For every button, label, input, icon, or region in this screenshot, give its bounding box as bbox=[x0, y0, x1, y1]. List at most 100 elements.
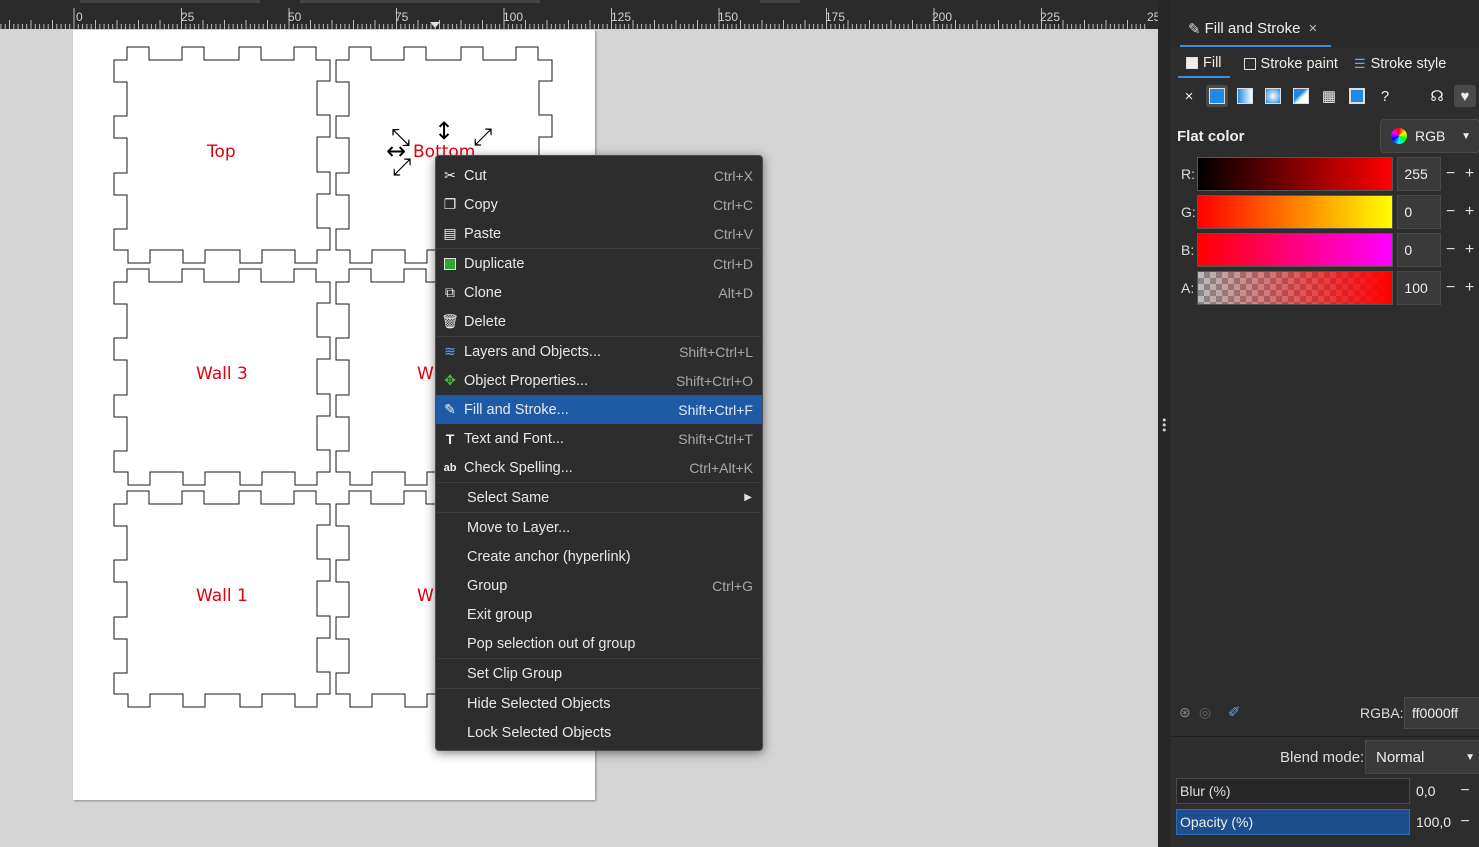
alpha-slider[interactable] bbox=[1197, 271, 1394, 305]
decrement-button[interactable]: − bbox=[1441, 203, 1460, 221]
horizontal-ruler[interactable]: 0 25 50 75 100 125 150 175 200 225 25 bbox=[0, 0, 1158, 29]
stroke-style-icon: ☰ bbox=[1353, 56, 1366, 71]
increment-button[interactable]: + bbox=[1460, 241, 1479, 259]
menu-item-delete[interactable]: 🗑 Delete bbox=[436, 307, 762, 336]
decrement-button[interactable]: − bbox=[1441, 241, 1460, 259]
ruler-label: 150 bbox=[718, 10, 739, 24]
color-managed-icon[interactable]: ⊛ bbox=[1179, 704, 1191, 721]
piece-label-wall3[interactable]: Wall 3 bbox=[196, 364, 248, 384]
channel-label: A: bbox=[1181, 280, 1195, 296]
piece-label-wall4[interactable]: W bbox=[417, 364, 434, 384]
menu-item-exit-group[interactable]: Exit group bbox=[436, 600, 762, 629]
decrement-button[interactable]: − bbox=[1455, 782, 1475, 800]
scale-handle-ne-icon[interactable]: ⤢ bbox=[473, 125, 492, 149]
menu-item-lock-selected[interactable]: Lock Selected Objects bbox=[436, 718, 762, 747]
menu-shortcut: Ctrl+X bbox=[713, 167, 753, 184]
ruler-label: 25 bbox=[181, 10, 195, 24]
menu-item-fill-and-stroke[interactable]: ✎ Fill and Stroke... Shift+Ctrl+F bbox=[436, 395, 762, 424]
menu-shortcut: Shift+Ctrl+L bbox=[679, 343, 753, 360]
opacity-value-input[interactable]: 100,0 bbox=[1413, 809, 1455, 835]
panel-splitter[interactable]: • • • bbox=[1158, 0, 1170, 847]
increment-button[interactable]: + bbox=[1460, 279, 1479, 297]
subtab-fill[interactable]: Fill bbox=[1178, 50, 1230, 78]
blend-mode-dropdown[interactable]: Normal ▼ bbox=[1365, 740, 1479, 774]
red-slider[interactable] bbox=[1197, 157, 1394, 191]
color-model-dropdown[interactable]: RGB ▼ bbox=[1380, 119, 1479, 153]
color-wheel-icon bbox=[1391, 128, 1407, 144]
decrement-button[interactable]: − bbox=[1441, 165, 1460, 183]
menu-item-select-same[interactable]: Select Same ▶ bbox=[436, 483, 762, 512]
menu-item-cut[interactable]: ✂ Cut Ctrl+X bbox=[436, 161, 762, 190]
blend-mode-label: Blend mode: bbox=[1280, 749, 1365, 766]
blend-mode-value: Normal bbox=[1376, 748, 1425, 766]
unset-paint-icon[interactable]: ? bbox=[1374, 85, 1396, 107]
decrement-button[interactable]: − bbox=[1455, 813, 1475, 831]
menu-item-paste[interactable]: ▤ Paste Ctrl+V bbox=[436, 219, 762, 248]
ruler-label: 0 bbox=[76, 10, 83, 24]
flat-color-icon[interactable] bbox=[1206, 85, 1228, 107]
duplicate-icon bbox=[436, 257, 464, 270]
scale-handle-sw-icon[interactable]: ⤢ bbox=[392, 155, 411, 179]
menu-item-copy[interactable]: ❐ Copy Ctrl+C bbox=[436, 190, 762, 219]
opacity-slider[interactable]: Opacity (%) bbox=[1176, 809, 1410, 835]
object-properties-icon: ✥ bbox=[444, 372, 456, 388]
tab-title: Fill and Stroke bbox=[1204, 20, 1301, 37]
blue-slider[interactable] bbox=[1197, 233, 1394, 267]
alpha-value-input[interactable]: 100 bbox=[1397, 271, 1442, 305]
menu-item-text-and-font[interactable]: T Text and Font... Shift+Ctrl+T bbox=[436, 424, 762, 453]
menu-item-move-to-layer[interactable]: Move to Layer... bbox=[436, 513, 762, 542]
menu-item-create-anchor[interactable]: Create anchor (hyperlink) bbox=[436, 542, 762, 571]
menu-label: Move to Layer... bbox=[467, 519, 571, 536]
menu-label: Clone bbox=[464, 284, 502, 301]
menu-item-set-clip-group[interactable]: Set Clip Group bbox=[436, 659, 762, 688]
opacity-row: Opacity (%) 100,0 − bbox=[1176, 809, 1479, 835]
subtab-stroke-style[interactable]: ☰ Stroke style bbox=[1346, 50, 1454, 78]
decrement-button[interactable]: − bbox=[1441, 279, 1460, 297]
fill-stroke-icon: ✎ bbox=[1188, 20, 1201, 38]
fill-rule-evenodd-icon[interactable]: ☊ bbox=[1426, 85, 1448, 107]
green-slider[interactable] bbox=[1197, 195, 1394, 229]
increment-button[interactable]: + bbox=[1460, 165, 1479, 183]
menu-item-object-properties[interactable]: ✥ Object Properties... Shift+Ctrl+O bbox=[436, 366, 762, 395]
menu-item-check-spelling[interactable]: ab Check Spelling... Ctrl+Alt+K bbox=[436, 453, 762, 482]
menu-item-clone[interactable]: ⧉ Clone Alt+D bbox=[436, 278, 762, 307]
menu-label: Paste bbox=[464, 225, 502, 242]
piece-label-top[interactable]: Top bbox=[207, 142, 236, 162]
blur-value-input[interactable]: 0,0 bbox=[1413, 778, 1455, 804]
no-paint-icon[interactable]: × bbox=[1178, 85, 1200, 107]
drag-handle-icon[interactable]: • • • bbox=[1161, 415, 1168, 436]
green-value-input[interactable]: 0 bbox=[1397, 195, 1442, 229]
blue-value-input[interactable]: 0 bbox=[1397, 233, 1442, 267]
ruler-ticks bbox=[0, 8, 1146, 29]
close-icon[interactable]: × bbox=[1308, 20, 1317, 37]
swatch-icon[interactable] bbox=[1346, 85, 1368, 107]
fill-rule-nonzero-icon[interactable]: ♥ bbox=[1454, 85, 1476, 107]
menu-item-duplicate[interactable]: Duplicate Ctrl+D bbox=[436, 249, 762, 278]
piece-label-wall1[interactable]: Wall 1 bbox=[196, 586, 248, 606]
menu-label: Fill and Stroke... bbox=[464, 401, 569, 418]
channel-row-g: G: 0 − + bbox=[1170, 195, 1479, 229]
scale-handle-n-icon[interactable]: ↕ bbox=[434, 119, 454, 143]
menu-item-pop-selection[interactable]: Pop selection out of group bbox=[436, 629, 762, 658]
blur-slider[interactable]: Blur (%) bbox=[1176, 778, 1410, 804]
eyedropper-icon[interactable]: ✐ bbox=[1228, 703, 1241, 721]
rgba-input[interactable]: ff0000ff bbox=[1404, 697, 1479, 729]
mesh-gradient-icon[interactable] bbox=[1290, 85, 1312, 107]
menu-label: Lock Selected Objects bbox=[467, 724, 612, 741]
menu-shortcut: Ctrl+V bbox=[713, 225, 753, 242]
tab-fill-and-stroke[interactable]: ✎ Fill and Stroke × bbox=[1180, 12, 1331, 47]
menu-item-group[interactable]: Group Ctrl+G bbox=[436, 571, 762, 600]
menu-item-layers-and-objects[interactable]: ≋ Layers and Objects... Shift+Ctrl+L bbox=[436, 337, 762, 366]
radial-gradient-icon[interactable] bbox=[1262, 85, 1284, 107]
menu-label: Pop selection out of group bbox=[467, 635, 636, 652]
increment-button[interactable]: + bbox=[1460, 203, 1479, 221]
menu-item-hide-selected[interactable]: Hide Selected Objects bbox=[436, 689, 762, 718]
red-value-input[interactable]: 255 bbox=[1397, 157, 1442, 191]
piece-label-wall2[interactable]: W bbox=[417, 586, 434, 606]
linear-gradient-icon[interactable] bbox=[1234, 85, 1256, 107]
channel-row-r: R: 255 − + bbox=[1170, 157, 1479, 191]
menu-label: Copy bbox=[464, 196, 498, 213]
color-model-value: RGB bbox=[1415, 128, 1446, 144]
subtab-stroke-paint[interactable]: Stroke paint bbox=[1236, 50, 1346, 78]
pattern-icon[interactable]: ▦ bbox=[1318, 85, 1340, 107]
